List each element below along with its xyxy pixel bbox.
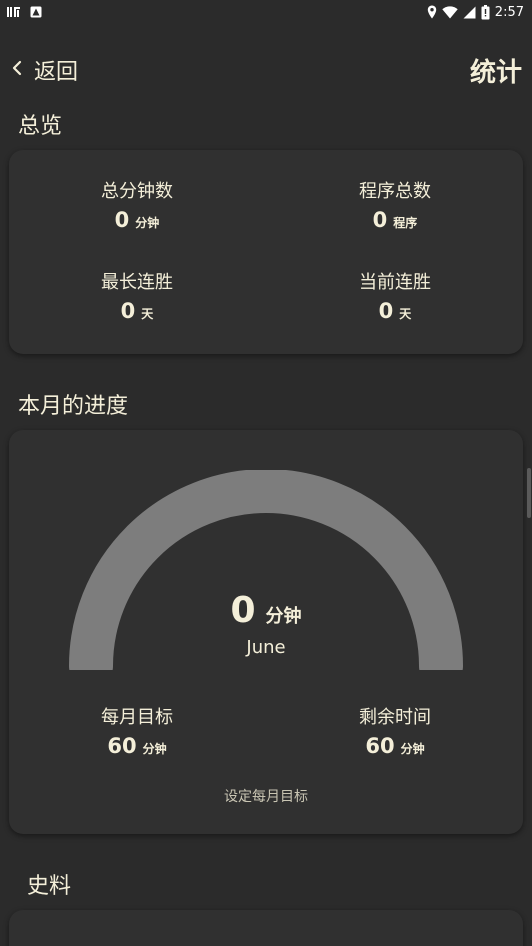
chevron-left-icon [12, 60, 22, 80]
gauge-readout: 0 分钟 June [9, 590, 523, 658]
stat-label: 最长连胜 [101, 272, 173, 293]
top-app-bar: 返回 统计 [0, 48, 532, 92]
status-bar: 2:57 [0, 0, 532, 24]
stat-label: 每月目标 [101, 707, 173, 728]
back-label: 返回 [34, 60, 79, 85]
monthly-progress-heading: 本月的进度 [18, 394, 129, 419]
stat-value: 0 [378, 299, 394, 323]
stat-unit: 天 [141, 307, 154, 321]
back-button[interactable]: 返回 [12, 54, 78, 86]
stat-unit: 天 [399, 307, 412, 321]
monthly-progress-card: 0 分钟 June 每月目标 60 分钟 剩余时间 60 分钟 设定每月目标 [9, 430, 523, 834]
stat-unit: 分钟 [135, 216, 160, 230]
stat-current-streak: 当前连胜 0 天 [295, 271, 495, 323]
status-bar-left [6, 5, 42, 19]
gauge-unit: 分钟 [265, 606, 302, 627]
stat-monthly-goal: 每月目标 60 分钟 [37, 706, 237, 758]
stat-remaining-time: 剩余时间 60 分钟 [295, 706, 495, 758]
stat-label: 当前连胜 [359, 272, 431, 293]
stat-unit: 分钟 [142, 742, 167, 756]
status-bar-right: 2:57 [427, 4, 524, 20]
overview-heading: 总览 [18, 114, 63, 139]
stat-value: 0 [120, 299, 136, 323]
status-time: 2:57 [494, 4, 524, 20]
stat-label: 总分钟数 [101, 181, 173, 202]
history-card [9, 910, 523, 946]
battery-icon [481, 4, 490, 20]
location-icon [427, 5, 437, 19]
stat-value: 60 [107, 734, 137, 758]
listen-app-icon [6, 5, 22, 19]
stat-unit: 程序 [393, 216, 418, 230]
stat-total-minutes: 总分钟数 0 分钟 [37, 180, 237, 232]
set-monthly-goal-link[interactable]: 设定每月目标 [9, 786, 523, 806]
gauge-month: June [246, 637, 286, 658]
stat-value: 60 [365, 734, 395, 758]
stat-label: 程序总数 [359, 181, 431, 202]
stat-value: 0 [372, 208, 388, 232]
notification-icon [30, 6, 42, 18]
stat-total-programs: 程序总数 0 程序 [295, 180, 495, 232]
stat-value: 0 [114, 208, 130, 232]
signal-icon [463, 6, 476, 19]
stat-longest-streak: 最长连胜 0 天 [37, 271, 237, 323]
wifi-icon [442, 5, 458, 19]
history-heading: 史料 [27, 874, 72, 899]
gauge-value: 0 [230, 590, 256, 631]
scrollbar[interactable] [527, 468, 531, 518]
history-card-icon [37, 940, 177, 946]
stat-unit: 分钟 [400, 742, 425, 756]
stat-label: 剩余时间 [359, 707, 431, 728]
overview-card: 总分钟数 0 分钟 程序总数 0 程序 最长连胜 0 天 当前连胜 0 天 [9, 150, 523, 354]
page-title: 统计 [469, 57, 522, 88]
